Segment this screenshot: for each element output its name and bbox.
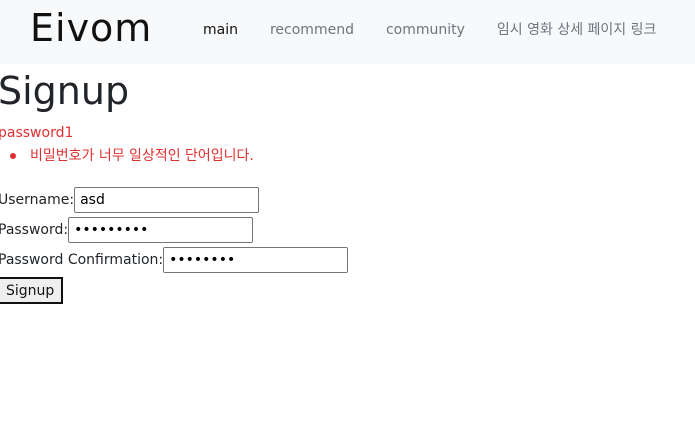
password-label: Password: <box>0 222 69 238</box>
password-input[interactable]: ••••••••• <box>68 217 254 243</box>
nav-links: main recommend community 임시 영화 상세 페이지 링크 <box>195 0 680 60</box>
username-input[interactable]: asd <box>74 187 260 213</box>
navbar: Eivom main recommend community 임시 영화 상세 … <box>0 0 695 64</box>
password-confirm-input[interactable]: •••••••• <box>163 247 349 273</box>
nav-link-community[interactable]: community <box>378 0 473 60</box>
password-row: Password: ••••••••• <box>0 215 254 245</box>
username-row: Username: asd <box>0 185 260 215</box>
nav-link-recommend[interactable]: recommend <box>262 0 362 60</box>
brand-logo[interactable]: Eivom <box>30 2 152 54</box>
error-field-name: password1 <box>0 125 74 141</box>
error-message-text: 비밀번호가 너무 일상적인 단어입니다. <box>30 148 254 164</box>
error-list: 비밀번호가 너무 일상적인 단어입니다. <box>0 146 254 166</box>
nav-link-main[interactable]: main <box>195 0 246 60</box>
nav-link-movie-detail[interactable]: 임시 영화 상세 페이지 링크 <box>489 0 664 60</box>
signup-button[interactable]: Signup <box>0 277 64 304</box>
error-message: 비밀번호가 너무 일상적인 단어입니다. <box>0 146 254 166</box>
password-confirm-mask: •••••••• <box>169 252 236 268</box>
password-confirm-row: Password Confirmation: •••••••• <box>0 245 349 275</box>
page-title: Signup <box>0 69 130 113</box>
password-mask: ••••••••• <box>74 222 149 238</box>
username-label: Username: <box>0 192 75 208</box>
bullet-icon <box>10 153 16 159</box>
password-confirm-label: Password Confirmation: <box>0 252 164 268</box>
username-value: asd <box>80 192 105 208</box>
